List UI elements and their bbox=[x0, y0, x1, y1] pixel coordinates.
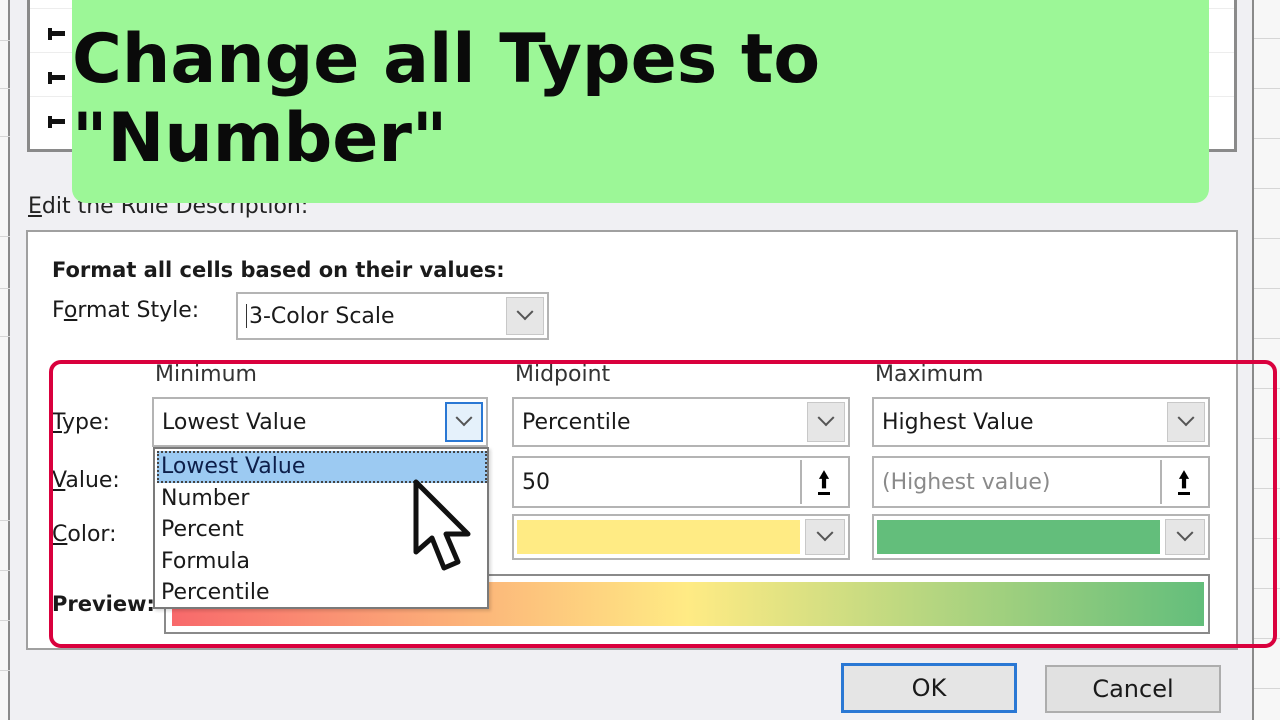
label-text: F bbox=[52, 298, 64, 323]
rule-type-arrow-icon bbox=[48, 116, 66, 128]
label-text: olor: bbox=[67, 522, 117, 547]
maximum-value-placeholder: (Highest value) bbox=[882, 469, 1051, 495]
midpoint-value-text: 50 bbox=[522, 469, 550, 495]
dropdown-option-percentile[interactable]: Percentile bbox=[157, 577, 487, 609]
label-accelerator: V bbox=[52, 468, 66, 493]
gridline bbox=[0, 40, 10, 41]
chevron-down-icon bbox=[516, 303, 534, 321]
minimum-type-dropdown-button[interactable] bbox=[445, 402, 483, 442]
gridline bbox=[0, 236, 10, 237]
gridline bbox=[1254, 88, 1280, 89]
color-row-label: Color: bbox=[52, 522, 116, 547]
format-style-select[interactable]: 3-Color Scale bbox=[236, 292, 549, 340]
maximum-type-select[interactable]: Highest Value bbox=[872, 397, 1210, 447]
midpoint-cell-reference-button[interactable]: 🠙 bbox=[800, 460, 846, 504]
label-accelerator: E bbox=[28, 194, 42, 219]
gridline bbox=[1254, 38, 1280, 39]
collapse-dialog-arrow-icon: 🠙 bbox=[1178, 467, 1190, 495]
text-caret bbox=[246, 304, 247, 328]
label-text: rmat Style: bbox=[77, 298, 200, 323]
gridline bbox=[1254, 338, 1280, 339]
preview-label: Preview: bbox=[52, 592, 155, 616]
minimum-type-value: Lowest Value bbox=[162, 409, 307, 435]
value-row-label: Value: bbox=[52, 468, 120, 493]
gridline bbox=[1254, 538, 1280, 539]
gridline bbox=[0, 520, 10, 521]
cancel-button[interactable]: Cancel bbox=[1045, 665, 1221, 713]
maximum-color-picker[interactable] bbox=[872, 514, 1210, 560]
rule-type-arrow-icon bbox=[48, 28, 66, 40]
midpoint-type-dropdown-button[interactable] bbox=[807, 402, 845, 442]
gridline bbox=[0, 670, 10, 671]
spreadsheet-background-left bbox=[0, 0, 10, 720]
label-text: alue: bbox=[65, 468, 120, 493]
collapse-dialog-arrow-icon: 🠙 bbox=[818, 467, 830, 495]
gridline bbox=[1254, 438, 1280, 439]
gridline bbox=[0, 570, 10, 571]
format-all-cells-heading: Format all cells based on their values: bbox=[52, 258, 505, 282]
maximum-type-value: Highest Value bbox=[882, 409, 1034, 435]
rule-type-arrow-icon bbox=[48, 72, 66, 84]
gridline bbox=[0, 88, 10, 89]
chevron-down-icon bbox=[817, 409, 835, 427]
midpoint-type-value: Percentile bbox=[522, 409, 631, 435]
spreadsheet-background-right bbox=[1252, 0, 1280, 720]
gridline bbox=[1254, 388, 1280, 389]
midpoint-column-heading: Midpoint bbox=[515, 362, 611, 387]
format-style-label: Format Style: bbox=[52, 298, 199, 323]
gridline bbox=[0, 336, 10, 337]
midpoint-value-input[interactable]: 50 🠙 bbox=[512, 456, 850, 508]
chevron-down-icon bbox=[816, 524, 834, 542]
mouse-pointer-icon bbox=[413, 479, 471, 571]
gridline bbox=[1254, 288, 1280, 289]
ok-button[interactable]: OK bbox=[841, 663, 1017, 713]
midpoint-type-select[interactable]: Percentile bbox=[512, 397, 850, 447]
maximum-value-input[interactable]: (Highest value) 🠙 bbox=[872, 456, 1210, 508]
maximum-color-dropdown-button[interactable] bbox=[1165, 519, 1205, 555]
chevron-down-icon bbox=[1176, 524, 1194, 542]
midpoint-color-dropdown-button[interactable] bbox=[805, 519, 845, 555]
gridline bbox=[1254, 638, 1280, 639]
gridline bbox=[1254, 488, 1280, 489]
gridline bbox=[0, 136, 10, 137]
label-accelerator: o bbox=[63, 298, 78, 323]
minimum-type-select[interactable]: Lowest Value bbox=[152, 397, 488, 447]
gridline bbox=[1254, 238, 1280, 239]
maximum-type-dropdown-button[interactable] bbox=[1167, 402, 1205, 442]
chevron-down-icon bbox=[455, 409, 473, 427]
label-accelerator: C bbox=[52, 522, 68, 547]
maximum-color-swatch bbox=[877, 520, 1160, 554]
maximum-cell-reference-button[interactable]: 🠙 bbox=[1160, 460, 1206, 504]
gridline bbox=[0, 620, 10, 621]
gridline bbox=[1254, 688, 1280, 689]
type-row-label: Type: bbox=[52, 410, 110, 435]
gridline bbox=[0, 288, 10, 289]
chevron-down-icon bbox=[1177, 409, 1195, 427]
gridline bbox=[1254, 138, 1280, 139]
midpoint-color-picker[interactable] bbox=[512, 514, 850, 560]
label-accelerator: T bbox=[52, 410, 63, 435]
gridline bbox=[1254, 188, 1280, 189]
midpoint-color-swatch bbox=[517, 520, 800, 554]
label-text: ype: bbox=[62, 410, 110, 435]
format-style-value: 3-Color Scale bbox=[249, 303, 395, 329]
minimum-column-heading: Minimum bbox=[155, 362, 257, 387]
maximum-column-heading: Maximum bbox=[875, 362, 984, 387]
instruction-banner-text: Change all Types to "Number" bbox=[72, 19, 821, 178]
instruction-banner: Change all Types to "Number" bbox=[72, 0, 1209, 203]
gridline bbox=[1254, 588, 1280, 589]
format-style-dropdown-button[interactable] bbox=[506, 297, 544, 335]
